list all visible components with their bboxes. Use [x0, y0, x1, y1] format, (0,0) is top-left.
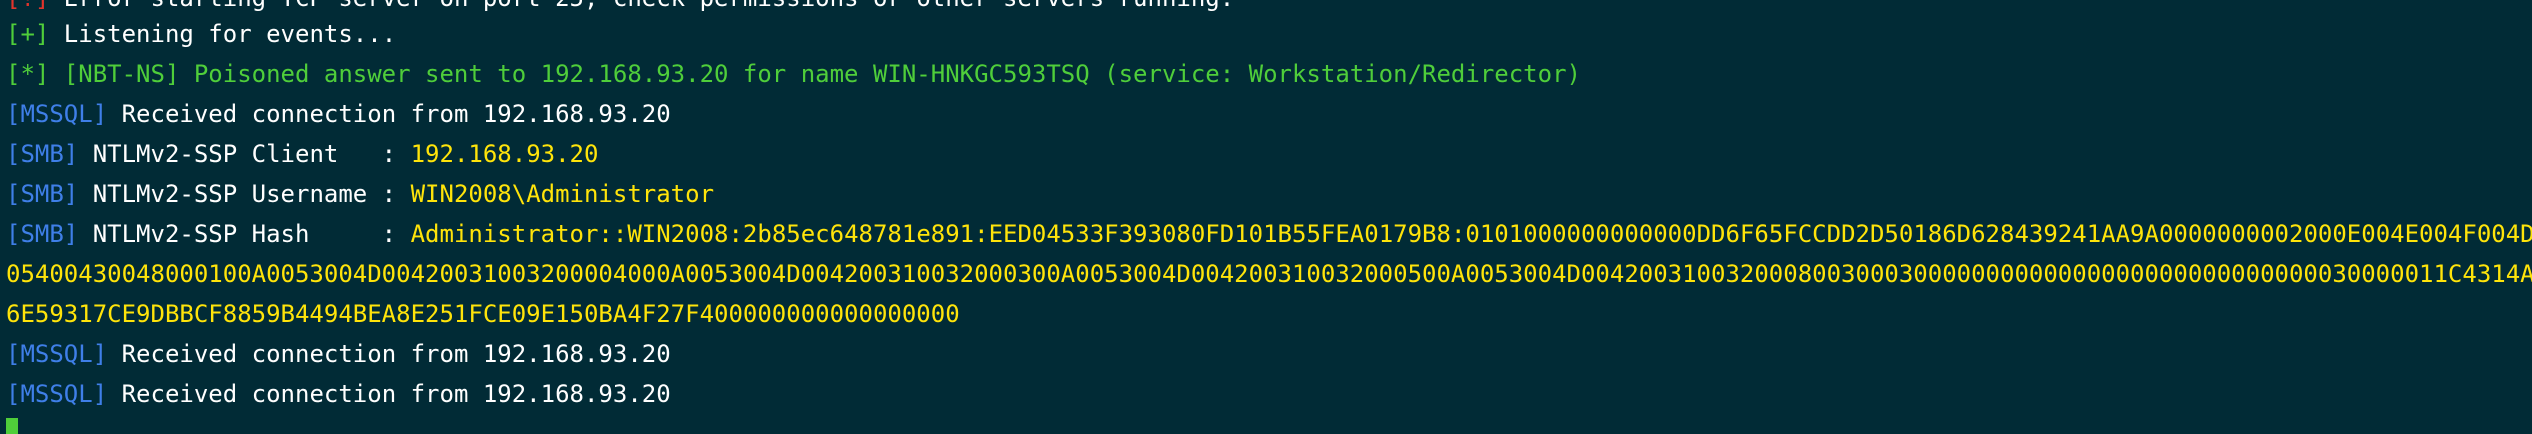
terminal-line-smb-hash: [SMB] NTLMv2-SSP Hash : Administrator::W…: [6, 214, 2532, 254]
smb-username-label: NTLMv2-SSP Username :: [78, 180, 411, 208]
mssql-text: Received connection from 192.168.93.20: [107, 380, 671, 408]
mssql-tag: [MSSQL]: [6, 340, 108, 368]
smb-tag: [SMB]: [6, 180, 79, 208]
smb-client-value: 192.168.93.20: [410, 140, 599, 168]
mssql-tag: [MSSQL]: [6, 380, 108, 408]
terminal-line-mssql: [MSSQL] Received connection from 192.168…: [6, 374, 671, 414]
error-tag: [!]: [6, 0, 49, 12]
smb-username-value: WIN2008\Administrator: [410, 180, 715, 208]
terminal-line-smb-username: [SMB] NTLMv2-SSP Username : WIN2008\Admi…: [6, 174, 714, 214]
terminal-line-mssql: [MSSQL] Received connection from 192.168…: [6, 94, 671, 134]
terminal-line-listening: [+] Listening for events...: [6, 14, 396, 54]
smb-tag: [SMB]: [6, 140, 79, 168]
listening-text: Listening for events...: [49, 20, 397, 48]
mssql-text: Received connection from 192.168.93.20: [107, 340, 671, 368]
smb-client-label: NTLMv2-SSP Client :: [78, 140, 411, 168]
smb-hash-label: NTLMv2-SSP Hash :: [78, 220, 411, 248]
smb-tag: [SMB]: [6, 220, 79, 248]
terminal-cursor: [6, 418, 18, 434]
mssql-tag: [MSSQL]: [6, 100, 108, 128]
smb-hash-value: Administrator::WIN2008:2b85ec648781e891:…: [410, 220, 2532, 248]
info-tag: [+]: [6, 20, 50, 48]
terminal-line-hash-continued: 05400430048000100A0053004D00420031003200…: [6, 260, 2532, 288]
terminal-line-mssql: [MSSQL] Received connection from 192.168…: [6, 334, 671, 374]
terminal-window[interactable]: [!] Error starting TCP server on port 25…: [0, 0, 2532, 434]
mssql-text: Received connection from 192.168.93.20: [107, 100, 671, 128]
error-text: Error starting TCP server on port 25, ch…: [49, 0, 1234, 12]
terminal-line-smb-client: [SMB] NTLMv2-SSP Client : 192.168.93.20: [6, 134, 598, 174]
terminal-line-poisoned: [*] [NBT-NS] Poisoned answer sent to 192…: [6, 60, 1581, 88]
terminal-line-hash-end: 6E59317CE9DBBCF8859B4494BEA8E251FCE09E15…: [6, 300, 960, 328]
